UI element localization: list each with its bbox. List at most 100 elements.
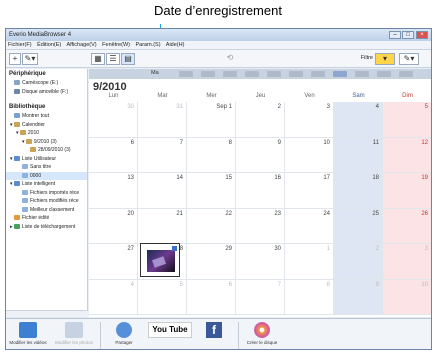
youtube-button[interactable]: You Tube [146, 322, 194, 340]
calendar-day-cell[interactable]: 24 [285, 208, 334, 244]
calendar-day-cell[interactable]: 9 [334, 279, 383, 315]
calendar-day-cell[interactable]: 20 [89, 208, 138, 244]
list-icon [22, 198, 28, 203]
sidebar-item-show-all[interactable]: Montrer tout [6, 112, 87, 121]
sidebar-item-sept-2010[interactable]: ▾ 9/2010 (3) [6, 138, 87, 147]
calendar-day-cell[interactable]: 19 [383, 173, 431, 209]
list-icon [22, 164, 28, 169]
tools-icon[interactable]: ✎▾ [22, 53, 38, 65]
calendar-day-cell[interactable]: 15 [187, 173, 236, 209]
calendar-day-cell[interactable]: 4 [334, 102, 383, 138]
sidebar-item-2010[interactable]: ▾ 2010 [6, 129, 87, 138]
calendar-day-cell[interactable]: 21 [138, 208, 187, 244]
calendar-day-cell[interactable]: 12 [383, 137, 431, 173]
facebook-button[interactable]: f [202, 322, 226, 340]
menu-edition[interactable]: Édition(E) [37, 42, 61, 48]
month-marker[interactable] [223, 71, 237, 77]
sidebar-heading-library: Bibliothèque [9, 104, 46, 110]
sidebar-item-calendar[interactable]: ▾ Calendrier [6, 121, 87, 130]
grid-view-icon[interactable]: ▦ [91, 53, 105, 65]
month-marker[interactable] [377, 71, 391, 77]
menu-fenetre[interactable]: Fenêtre(W) [102, 42, 130, 48]
edit-photos-button[interactable]: Modifier les photos [54, 322, 94, 345]
filter-icon[interactable]: ▾ [375, 53, 395, 65]
create-disc-button[interactable]: Créer le disque [242, 322, 282, 345]
month-marker[interactable] [201, 71, 215, 77]
sidebar-item-smart-list[interactable]: ▾ Liste intelligent [6, 180, 87, 189]
month-marker[interactable] [179, 71, 193, 77]
menu-param[interactable]: Param.(S) [136, 42, 161, 48]
menu-aide[interactable]: Aide(H) [166, 42, 185, 48]
minimize-icon[interactable]: – [389, 31, 401, 39]
calendar-day-cell[interactable]: 8 [285, 279, 334, 315]
month-marker[interactable] [267, 71, 281, 77]
month-marker[interactable] [355, 71, 369, 77]
calendar-day-cell[interactable]: 22 [187, 208, 236, 244]
share-button[interactable]: Partager [106, 322, 142, 345]
calendar-day-cell[interactable]: 5 [383, 102, 431, 138]
calendar-day-cell[interactable]: 4 [89, 279, 138, 315]
rotate-icon[interactable]: ⟲ [224, 53, 236, 65]
calendar-day-cell[interactable]: 10 [285, 137, 334, 173]
calendar-view-icon[interactable]: ▤ [121, 53, 135, 65]
calendar-day-cell[interactable]: 23 [236, 208, 285, 244]
calendar-day-cell[interactable]: 17 [285, 173, 334, 209]
calendar-day-cell[interactable]: 29 [187, 244, 236, 280]
calendar-day-cell[interactable]: 10 [383, 279, 431, 315]
month-strip[interactable]: Ma [89, 69, 431, 79]
calendar-day-cell[interactable]: 5 [138, 279, 187, 315]
sidebar-item-untitled[interactable]: Sans titre [6, 163, 87, 172]
sidebar-scrollbar[interactable] [6, 310, 88, 317]
menu-fichier[interactable]: Fichier(F) [8, 42, 32, 48]
month-marker[interactable] [399, 71, 413, 77]
calendar-day-cell[interactable]: 7 [236, 279, 285, 315]
sidebar-item-best-rating[interactable]: Meilleur classement [6, 206, 87, 215]
calendar-day-cell[interactable]: 2 [236, 102, 285, 138]
sidebar-item-recent-modified[interactable]: Fichiers modifiés réce [6, 197, 87, 206]
calendar-day-cell[interactable]: 3 [285, 102, 334, 138]
calendar-day-cell[interactable]: 11 [334, 137, 383, 173]
sidebar-item-recent-imported[interactable]: Fichiers importés réce [6, 189, 87, 198]
calendar-day-cell[interactable]: 6 [89, 137, 138, 173]
list-view-icon[interactable]: ☰ [106, 53, 120, 65]
menu-affichage[interactable]: Affichage(V) [66, 42, 96, 48]
calendar-day-cell[interactable]: Sep 1 [187, 102, 236, 138]
calendar-day-cell[interactable]: 26 [383, 208, 431, 244]
weekday-label: Sam [352, 93, 365, 99]
edit-videos-button[interactable]: Modifier les vidéos [8, 322, 48, 345]
calendar-day-cell[interactable]: 9 [236, 137, 285, 173]
calendar-day-cell[interactable]: 30 [236, 244, 285, 280]
maximize-icon[interactable]: □ [402, 31, 414, 39]
weekday-label: Mer [206, 93, 217, 99]
close-icon[interactable]: × [416, 31, 428, 39]
sidebar-item-camcorder[interactable]: Caméscope (E:) [6, 79, 87, 88]
sidebar-item-28-09-2010[interactable]: 28/09/2010 (3) [6, 146, 87, 155]
month-marker[interactable] [333, 71, 347, 77]
calendar-day-cell[interactable]: 8 [187, 137, 236, 173]
list-icon [22, 172, 28, 178]
calendar-day-cell[interactable]: 18 [334, 173, 383, 209]
sidebar-item-0000[interactable]: 0000 [6, 171, 87, 180]
calendar-day-cell[interactable]: 30 [89, 102, 138, 138]
calendar-day-cell[interactable]: 25 [334, 208, 383, 244]
video-thumbnail[interactable] [140, 243, 180, 277]
calendar-day-cell[interactable]: 7 [138, 137, 187, 173]
sidebar-item-edited-file[interactable]: Fichier édité [6, 214, 87, 223]
add-icon[interactable]: + [9, 53, 21, 65]
month-marker[interactable] [311, 71, 325, 77]
sidebar-item-upload-list[interactable]: ▸ Liste de téléchargement [6, 223, 87, 232]
calendar-day-cell[interactable]: 2 [334, 244, 383, 280]
calendar-day-cell[interactable]: 1 [285, 244, 334, 280]
calendar-day-cell[interactable]: 14 [138, 173, 187, 209]
calendar-day-cell[interactable]: 27 [89, 244, 138, 280]
calendar-day-cell[interactable]: 16 [236, 173, 285, 209]
calendar-day-cell[interactable]: 6 [187, 279, 236, 315]
sidebar-item-user-list[interactable]: ▾ Liste Utilisateur [6, 155, 87, 164]
sidebar-item-removable-disk[interactable]: Disque amovible (F:) [6, 88, 87, 97]
month-marker[interactable] [245, 71, 259, 77]
calendar-day-cell[interactable]: 13 [89, 173, 138, 209]
month-marker[interactable] [289, 71, 303, 77]
calendar-day-cell[interactable]: 3 [383, 244, 431, 280]
edit-icon[interactable]: ✎▾ [399, 53, 419, 65]
calendar-day-cell[interactable]: 31 [138, 102, 187, 138]
